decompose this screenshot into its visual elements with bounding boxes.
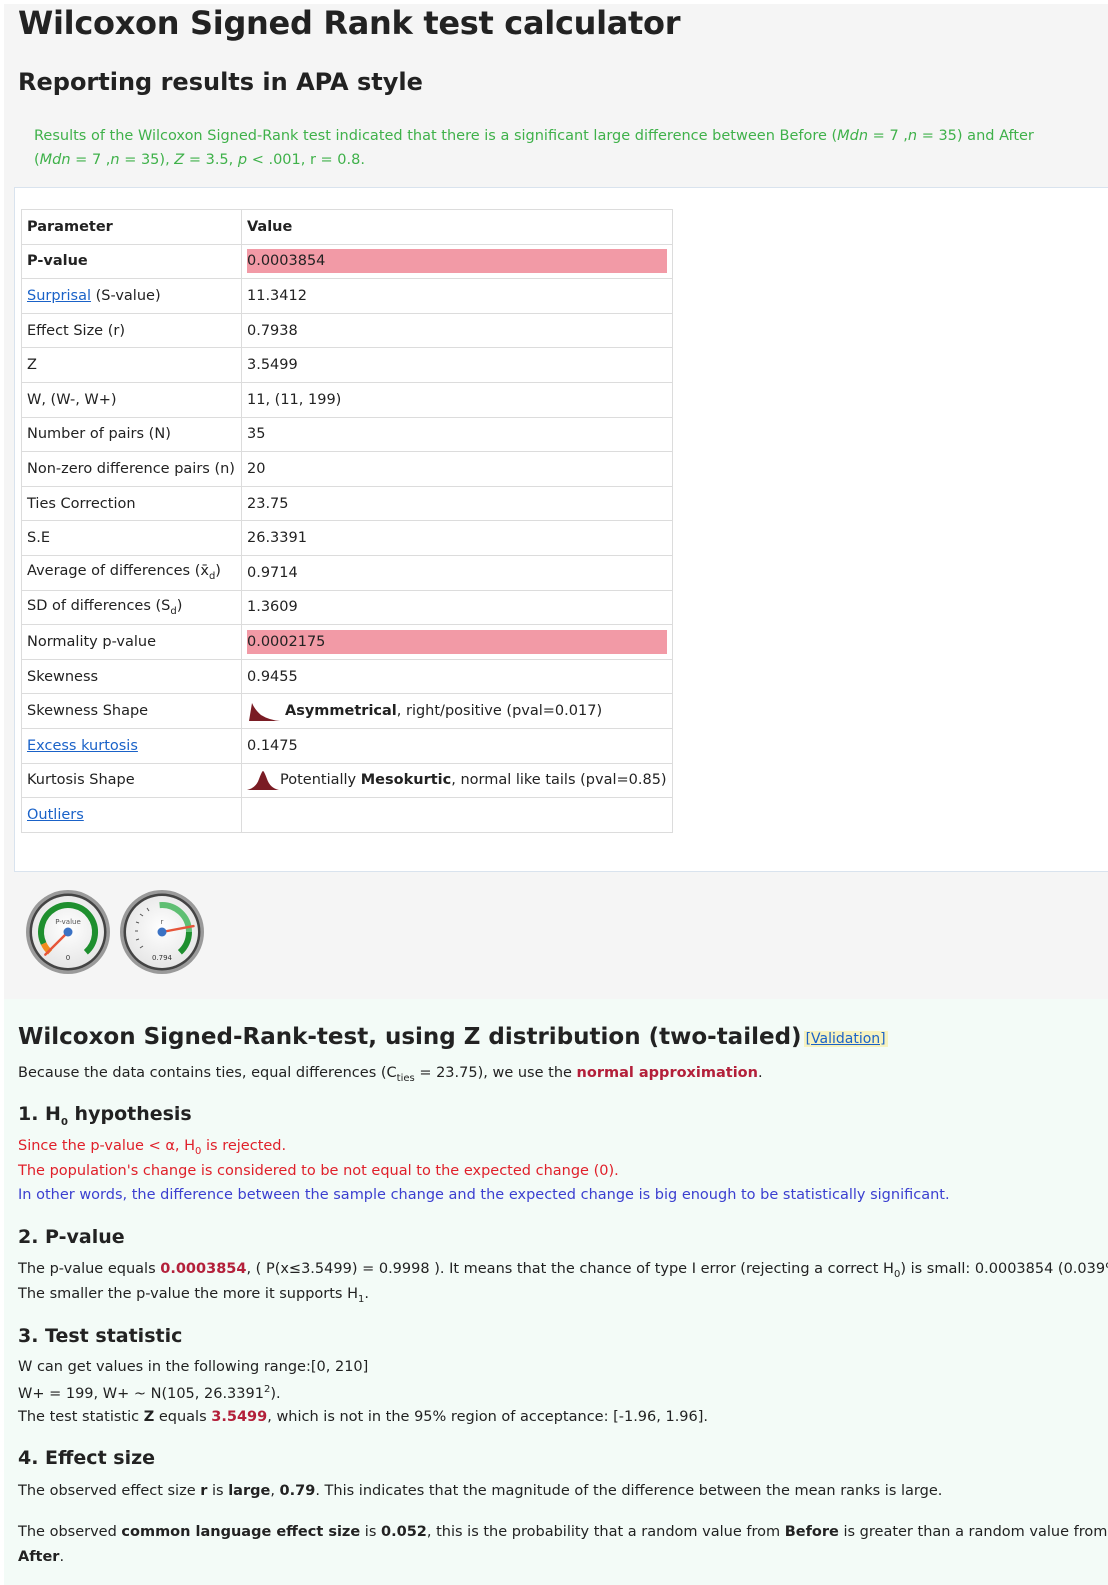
table-row: P-value 0.0003854 — [21, 243, 673, 280]
results-panel: Parameter Value P-value 0.0003854 Surpri… — [14, 187, 1108, 872]
row-value-se: 26.3391 — [241, 520, 673, 556]
hypothesis-line-2: The population's change is considered to… — [18, 1163, 619, 1179]
row-value-skewness: 0.9455 — [241, 658, 673, 695]
table-header-row: Parameter Value — [21, 209, 673, 245]
row-value-w: 11, (11, 199) — [241, 381, 673, 418]
kurtosis-shape-link[interactable]: Kurtosis Shape — [21, 762, 242, 799]
table-row: Z 3.5499 — [21, 347, 673, 383]
table-row: Surprisal (S-value) 11.3412 — [21, 278, 673, 314]
row-value-surprisal: 11.3412 — [241, 278, 673, 314]
effect-size-line-2: The observed common language effect size… — [18, 1524, 1108, 1540]
effect-size-line-1: The observed effect size r is large, 0.7… — [18, 1483, 943, 1499]
row-label-pvalue: P-value — [21, 243, 242, 280]
table-row: Outliers — [21, 797, 673, 833]
r-gauge-label: r — [161, 918, 164, 926]
statistic-line-1: W can get values in the following range:… — [18, 1359, 369, 1375]
row-label-number-of-pairs: Number of pairs (N) — [21, 416, 242, 453]
table-row: S.E 26.3391 — [21, 520, 673, 556]
row-label-ties-correction: Ties Correction — [21, 485, 242, 522]
section-hypothesis-heading: 1. H0 hypothesis — [18, 1103, 192, 1128]
row-value-z: 3.5499 — [241, 347, 673, 383]
table-row: Average of differences (x̄d) 0.9714 — [21, 554, 673, 591]
row-value-kurtosis-shape: Potentially Mesokurtic, normal like tail… — [241, 762, 673, 799]
row-label-nonzero-pairs: Non-zero difference pairs (n) — [21, 451, 242, 487]
row-label-surprisal: Surprisal (S-value) — [21, 278, 242, 314]
table-row: Skewness 0.9455 — [21, 658, 673, 695]
apa-report: Results of the Wilcoxon Signed-Rank test… — [34, 128, 1034, 168]
section-pvalue-heading: 2. P-value — [18, 1226, 125, 1248]
row-label-normality: Normality p-value — [21, 624, 242, 660]
row-label-w: W, (W-, W+) — [21, 381, 242, 418]
row-label-z: Z — [21, 347, 242, 383]
effect-size-line-3: After. — [18, 1549, 65, 1565]
table-row: Excess kurtosis 0.1475 — [21, 727, 673, 764]
table-row: Effect Size (r) 0.7938 — [21, 312, 673, 349]
row-value-skewness-shape: Asymmetrical, right/positive (pval=0.017… — [241, 693, 673, 729]
table-row: Non-zero difference pairs (n) 20 — [21, 451, 673, 487]
table-row: W, (W-, W+) 11, (11, 199) — [21, 381, 673, 418]
pvalue-cell-highlight: 0.0003854 — [247, 249, 667, 274]
table-row: Skewness Shape Asymmetrical, right/posit… — [21, 693, 673, 729]
results-table: Parameter Value P-value 0.0003854 Surpri… — [21, 209, 673, 833]
pvalue-gauge: P-value 0 — [26, 890, 110, 974]
normality-cell-highlight: 0.0002175 — [247, 629, 667, 654]
row-label-average-differences: Average of differences (x̄d) — [21, 554, 242, 591]
test-title: Wilcoxon Signed-Rank-test, using Z distr… — [18, 1024, 888, 1050]
table-row: Number of pairs (N) 35 — [21, 416, 673, 453]
r-gauge-readout: 0.794 — [152, 954, 173, 962]
pvalue-gauge-label: P-value — [55, 918, 81, 926]
pvalue-line-1: The p-value equals 0.0003854, ( P(x≤3.54… — [18, 1261, 1108, 1280]
outliers-link[interactable]: Outliers — [27, 807, 84, 823]
excess-kurtosis-link[interactable]: Excess kurtosis — [27, 738, 138, 754]
section-test-statistic-heading: 3. Test statistic — [18, 1325, 183, 1347]
section-effect-size-heading: 4. Effect size — [18, 1447, 156, 1469]
surprisal-link[interactable]: Surprisal — [27, 288, 91, 304]
row-label-se: S.E — [21, 520, 242, 556]
statistic-line-3: The test statistic Z equals 3.5499, whic… — [18, 1409, 709, 1425]
validation-link[interactable]: [Validation] — [803, 1031, 888, 1047]
ties-note: Because the data contains ties, equal di… — [18, 1065, 763, 1084]
row-value-ties-correction: 23.75 — [241, 485, 673, 522]
row-value-excess-kurtosis: 0.1475 — [241, 727, 673, 764]
row-value-outliers — [241, 797, 673, 833]
row-label-sd-differences: SD of differences (Sd) — [21, 589, 242, 626]
row-label-skewness: Skewness — [21, 658, 242, 695]
hypothesis-line-1: Since the p-value < α, H0 is rejected. — [18, 1138, 287, 1157]
right-skewed-distribution-icon — [249, 703, 280, 722]
table-row: Kurtosis Shape Potentially Mesokurtic, n… — [21, 762, 673, 799]
column-header-value: Value — [241, 209, 673, 245]
statistic-line-2: W+ = 199, W+ ~ N(105, 26.33912). — [18, 1384, 281, 1402]
apa-heading: Reporting results in APA style — [18, 68, 423, 96]
skewness-shape-link[interactable]: Skewness Shape — [21, 693, 242, 729]
table-row: SD of differences (Sd) 1.3609 — [21, 589, 673, 626]
pvalue-gauge-readout: 0 — [66, 954, 70, 962]
pvalue-line-2: The smaller the p-value the more it supp… — [18, 1286, 369, 1305]
normal-distribution-icon — [247, 771, 279, 791]
row-value-number-of-pairs: 35 — [241, 416, 673, 453]
row-value-nonzero-pairs: 20 — [241, 451, 673, 487]
table-row: Normality p-value 0.0002175 — [21, 624, 673, 660]
effect-size-gauge: r 0.794 — [120, 890, 204, 974]
hypothesis-line-3: In other words, the difference between t… — [18, 1187, 950, 1203]
row-label-effect-size: Effect Size (r) — [21, 312, 242, 349]
row-value-sd-differences: 1.3609 — [241, 589, 673, 626]
gauges: P-value 0 r 0.794 — [24, 888, 224, 978]
column-header-parameter: Parameter — [21, 209, 242, 245]
row-value-average-differences: 0.9714 — [241, 554, 673, 591]
page-title: Wilcoxon Signed Rank test calculator — [18, 4, 681, 42]
table-row: Ties Correction 23.75 — [21, 485, 673, 522]
row-value-effect-size: 0.7938 — [241, 312, 673, 349]
